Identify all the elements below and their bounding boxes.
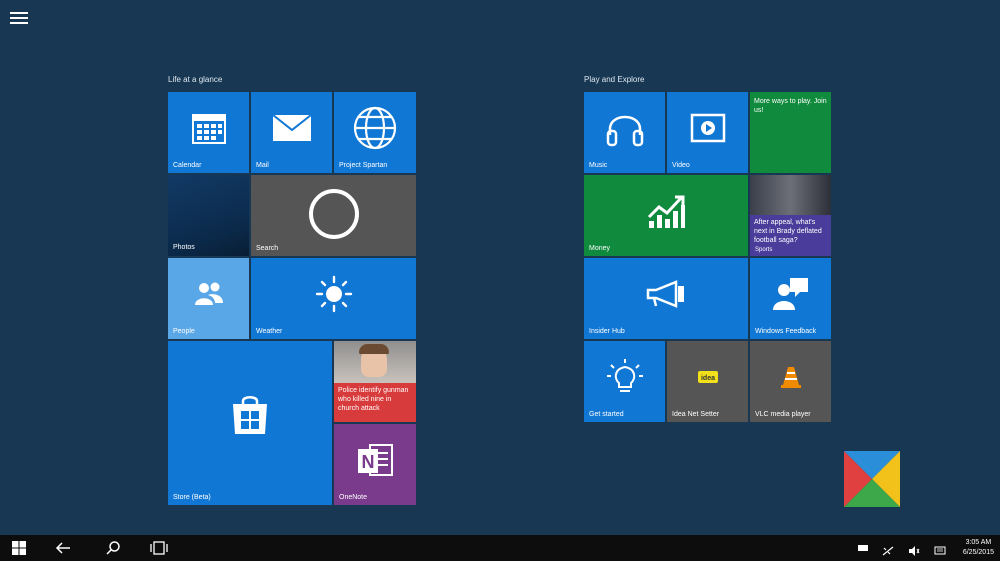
start-button[interactable] [0,535,38,561]
tile-label: VLC media player [755,411,811,418]
group-title-life: Life at a glance [168,75,223,84]
tile-label: Idea Net Setter [672,411,720,418]
network-icon[interactable] [882,543,894,556]
vlc-cone-icon [780,367,801,389]
sun-icon [315,276,352,313]
menu-icon[interactable] [10,12,28,26]
clock[interactable]: 3:05 AM 6/25/2015 [963,538,994,558]
news-headline: Police identify gunman who killed nine i… [338,387,409,412]
megaphone-icon [646,280,684,309]
action-center-icon[interactable] [934,543,946,555]
tile-music[interactable]: Music [584,92,665,173]
tile-label: Sports [755,247,773,253]
tile-news-left[interactable]: Police identify gunman who killed nine i… [334,341,416,422]
volume-icon[interactable] [908,543,920,556]
task-view-button[interactable] [144,535,174,561]
battery-icon[interactable] [858,543,870,553]
tile-label: Photos [173,244,195,251]
search-button[interactable] [98,535,128,561]
sports-photo [750,175,831,215]
tile-label: Search [256,245,279,252]
globe-icon [353,107,397,150]
tile-people[interactable]: People [168,258,249,339]
windows-logo-icon [12,541,26,555]
onenote-icon: N [358,444,393,477]
tile-news-right[interactable]: After appeal, what's next in Brady defla… [750,175,831,256]
tile-label: Calendar [173,162,202,169]
tile-idea-net-setter[interactable]: idea Idea Net Setter [667,341,748,422]
store-bag-icon [233,395,267,434]
tile-label: Video [672,162,690,169]
tile-calendar[interactable]: Calendar [168,92,249,173]
lightbulb-icon [606,359,643,393]
back-button[interactable] [48,535,78,561]
tile-label: People [173,328,195,335]
idea-logo-icon: idea [697,371,718,384]
back-arrow-icon [55,542,70,554]
tile-label: OneNote [339,494,368,501]
tile-store[interactable]: Store (Beta) [168,341,332,505]
tile-mail[interactable]: Mail [251,92,332,173]
people-icon [194,282,223,306]
tile-windows-feedback[interactable]: Windows Feedback [750,258,831,339]
tile-photos[interactable]: Photos [168,175,249,256]
news-headline: After appeal, what's next in Brady defla… [754,219,822,244]
tile-label: Windows Feedback [755,328,817,335]
tile-video[interactable]: Video [667,92,748,173]
news-photo [334,341,416,383]
tile-label: Store (Beta) [173,494,211,501]
headphones-icon [606,116,643,147]
tile-label: Project Spartan [339,162,388,169]
tile-label: Music [589,162,608,169]
tile-vlc[interactable]: VLC media player [750,341,831,422]
video-icon [690,114,725,143]
task-view-icon [150,541,168,555]
chart-icon [647,195,685,229]
calendar-icon [191,114,226,145]
taskbar: 3:05 AM 6/25/2015 [0,535,1000,561]
svg-text:N: N [362,452,375,472]
tile-label: Money [589,245,611,252]
search-icon [106,541,120,555]
tile-onenote[interactable]: N OneNote [334,424,416,505]
tile-label: Weather [256,328,283,335]
tile-more-ways-to-play[interactable]: More ways to play. Join us! [750,92,831,173]
cortana-icon [308,188,359,239]
tile-search[interactable]: Search [251,175,416,256]
tile-weather[interactable]: Weather [251,258,416,339]
clock-date: 6/25/2015 [962,549,994,556]
tile-money[interactable]: Money [584,175,748,256]
promo-text: More ways to play. Join us! [754,98,827,114]
tile-insider-hub[interactable]: Insider Hub [584,258,748,339]
colorful-logo [844,451,900,507]
tile-label: Mail [256,162,269,169]
tile-project-spartan[interactable]: Project Spartan [334,92,416,173]
mail-icon [271,114,312,142]
clock-time: 3:05 AM [965,539,992,546]
tile-label: Insider Hub [589,328,625,335]
group-title-play: Play and Explore [584,75,645,84]
tile-label: Get started [589,411,624,418]
svg-text:idea: idea [700,375,714,382]
tile-get-started[interactable]: Get started [584,341,665,422]
feedback-icon [772,278,808,311]
